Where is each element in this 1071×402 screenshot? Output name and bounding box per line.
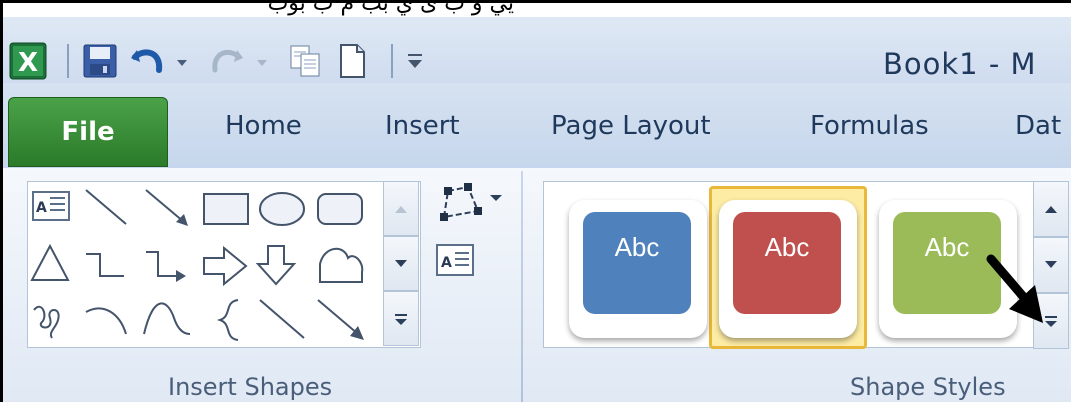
- rectangle-shape-icon[interactable]: [203, 193, 249, 225]
- undo-dropdown-icon[interactable]: [175, 42, 189, 80]
- cropped-text-strip: يي و ب ى ي بب م ب بوب: [3, 3, 1071, 17]
- tab-insert[interactable]: Insert: [385, 83, 460, 168]
- shape-style-label: Abc: [924, 232, 970, 262]
- undo-icon[interactable]: [127, 42, 167, 80]
- ribbon-tabs: File Home Insert Page Layout Formulas Da…: [3, 83, 1071, 169]
- excel-window: يي و ب ى ي بب م ب بوب X Book1 - M File H…: [0, 0, 1071, 402]
- insert-shapes-group-label: Insert Shapes: [168, 373, 333, 401]
- tab-file[interactable]: File: [8, 97, 168, 167]
- quick-access-toolbar: X: [9, 39, 433, 83]
- title-bar: X Book1 - M: [3, 17, 1071, 83]
- shapes-scroll-up-button[interactable]: [383, 181, 419, 236]
- styles-scroll-up-button[interactable]: [1033, 181, 1069, 237]
- arrow-shape-icon[interactable]: [145, 189, 188, 226]
- cropped-top-text: يي و ب ى ي بب م ب بوب: [267, 3, 514, 16]
- tab-data[interactable]: Dat: [1015, 83, 1061, 168]
- annotation-arrow-icon: [983, 251, 1053, 329]
- freeform-shape-icon[interactable]: [319, 248, 364, 283]
- elbow-arrow-shape-icon[interactable]: [146, 251, 186, 282]
- draw-text-box-icon[interactable]: A: [435, 243, 477, 279]
- arrow-shape-icon[interactable]: [317, 299, 364, 340]
- redo-icon[interactable]: [207, 42, 247, 80]
- group-divider: [521, 171, 523, 402]
- arc-shape-icon[interactable]: [85, 307, 127, 335]
- tab-home[interactable]: Home: [225, 83, 302, 168]
- new-document-icon[interactable]: [333, 42, 371, 80]
- shape-style-label: Abc: [764, 232, 810, 262]
- curve-shape-icon[interactable]: [143, 302, 191, 335]
- excel-logo-icon[interactable]: X: [9, 42, 47, 80]
- line-shape-icon[interactable]: [259, 299, 305, 339]
- shape-style-tile-selected[interactable]: Abc: [719, 200, 857, 338]
- shape-styles-group-label: Shape Styles: [850, 373, 1006, 401]
- right-arrow-shape-icon[interactable]: [203, 245, 248, 287]
- rounded-rectangle-shape-icon[interactable]: [317, 193, 363, 225]
- save-icon[interactable]: [81, 42, 119, 80]
- svg-text:X: X: [18, 48, 38, 78]
- shape-style-swatch: Abc: [733, 212, 841, 314]
- triangle-shape-icon[interactable]: [30, 243, 70, 281]
- toolbar-separator: [67, 44, 69, 78]
- shapes-gallery: A: [27, 181, 421, 348]
- svg-text:A: A: [36, 200, 47, 216]
- toolbar-separator: [391, 44, 393, 78]
- left-brace-shape-icon[interactable]: [216, 299, 239, 341]
- oval-shape-icon[interactable]: [259, 192, 305, 226]
- scribble-shape-icon[interactable]: [33, 305, 60, 339]
- shapes-more-button[interactable]: [383, 291, 419, 346]
- window-title: Book1 - M: [883, 47, 1037, 81]
- elbow-connector-shape-icon[interactable]: [86, 253, 124, 277]
- shape-style-swatch: Abc: [583, 212, 691, 314]
- edit-shape-icon[interactable]: [438, 181, 508, 231]
- shapes-scroll-down-button[interactable]: [383, 236, 419, 291]
- shape-style-tile[interactable]: Abc: [569, 200, 707, 338]
- text-box-shape-icon[interactable]: A: [32, 191, 70, 221]
- tab-page-layout[interactable]: Page Layout: [551, 83, 711, 168]
- copy-icon[interactable]: [287, 42, 325, 80]
- line-shape-icon[interactable]: [85, 189, 127, 225]
- tab-formulas[interactable]: Formulas: [810, 83, 929, 168]
- down-arrow-shape-icon[interactable]: [255, 245, 297, 286]
- shape-style-label: Abc: [614, 232, 660, 262]
- customize-toolbar-icon[interactable]: [405, 42, 425, 80]
- redo-dropdown-icon[interactable]: [255, 42, 269, 80]
- svg-text:A: A: [441, 255, 452, 271]
